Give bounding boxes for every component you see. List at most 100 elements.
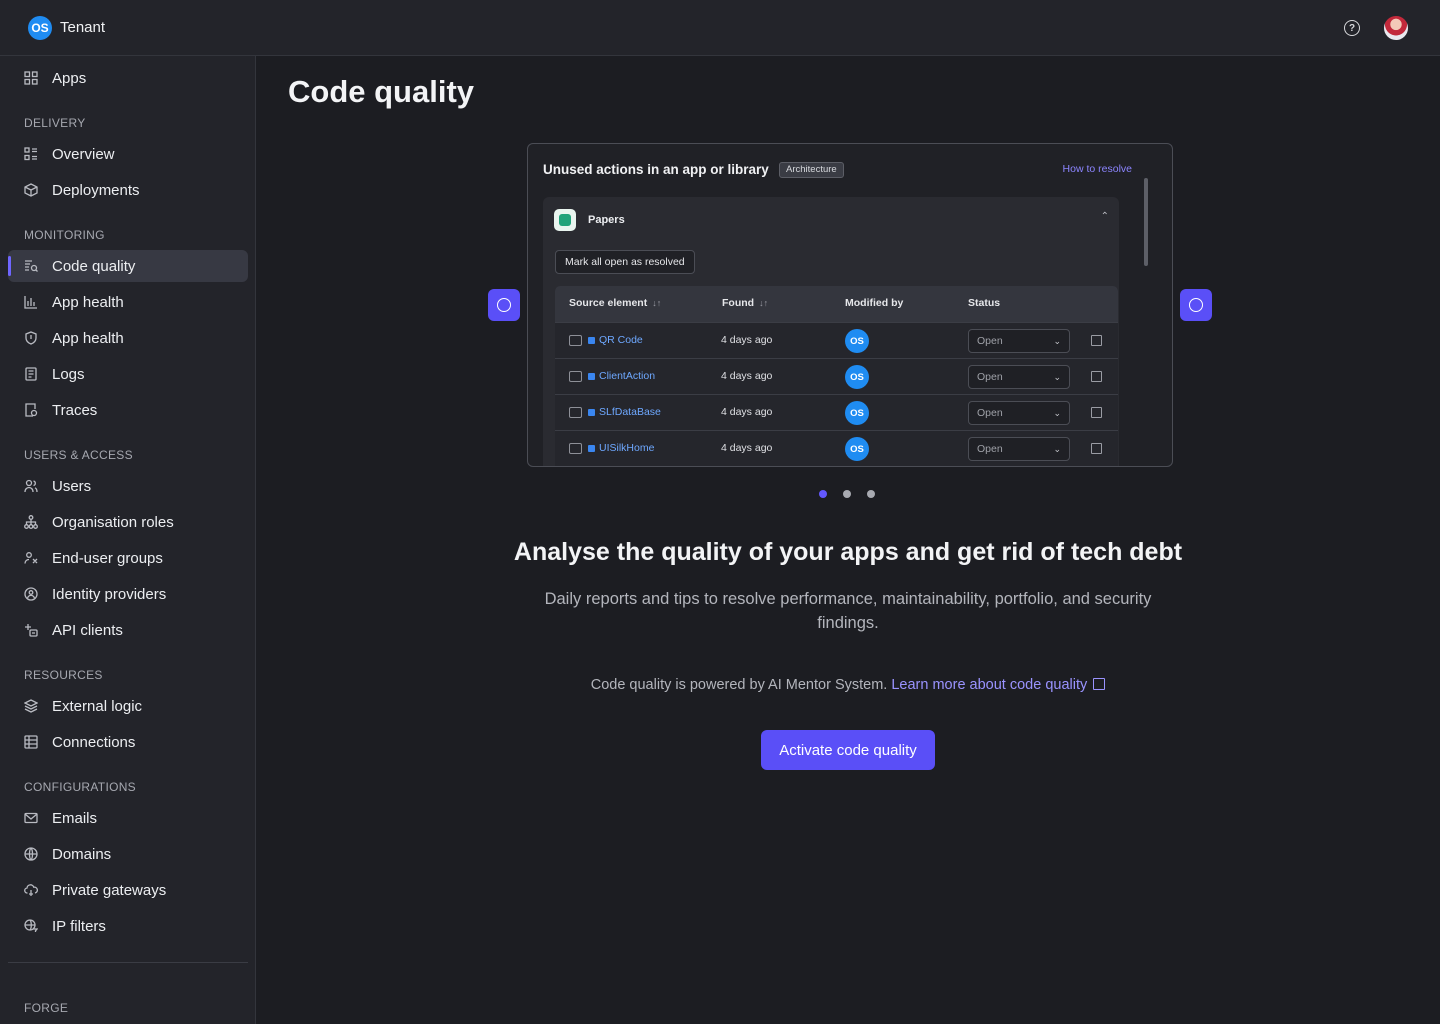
- section-configurations: CONFIGURATIONS: [24, 780, 136, 794]
- status-select[interactable]: Open ⌄: [968, 329, 1070, 353]
- sort-icon: ↓↑: [759, 298, 769, 308]
- sidebar-item-emails[interactable]: Emails: [8, 802, 248, 834]
- external-link-icon[interactable]: [1091, 443, 1102, 454]
- mark-all-resolved-button[interactable]: Mark all open as resolved: [555, 250, 695, 274]
- status-select[interactable]: Open ⌄: [968, 365, 1070, 389]
- sidebar-item-label: Emails: [52, 809, 98, 827]
- page-title: Code quality: [288, 74, 475, 109]
- sidebar-item-ip-filters[interactable]: IP filters: [8, 910, 248, 942]
- table-row: UISilkHome 4 days ago OS Open ⌄: [555, 430, 1118, 466]
- found-date: 4 days ago: [721, 370, 773, 382]
- document-icon: [24, 367, 38, 381]
- status-select[interactable]: Open ⌄: [968, 437, 1070, 461]
- sidebar-item-external-logic[interactable]: External logic: [8, 690, 248, 722]
- sidebar-item-code-quality[interactable]: Code quality: [8, 250, 248, 282]
- avatar: OS: [845, 437, 869, 461]
- shield-icon: [24, 331, 38, 345]
- sidebar-item-label: Apps: [52, 69, 87, 87]
- carousel-prev-button[interactable]: [488, 289, 520, 321]
- sidebar-item-apps[interactable]: Apps: [8, 62, 248, 94]
- table-icon: [24, 735, 38, 749]
- sidebar-item-organisation-roles[interactable]: Organisation roles: [8, 506, 248, 538]
- hierarchy-icon: [569, 335, 582, 346]
- tenant-name: Tenant: [60, 19, 106, 36]
- powered-by-note: Code quality is powered by AI Mentor Sys…: [448, 677, 1248, 693]
- cloud-gateway-icon: [24, 883, 38, 897]
- fingerprint-icon: [24, 587, 38, 601]
- source-element-link[interactable]: UISilkHome: [599, 442, 654, 454]
- users-icon: [24, 479, 38, 493]
- carousel-indicators: [819, 490, 875, 498]
- help-icon[interactable]: ?: [1344, 20, 1360, 36]
- how-to-resolve-link[interactable]: How to resolve: [1063, 163, 1132, 175]
- avatar: OS: [845, 365, 869, 389]
- sidebar-item-label: Logs: [52, 365, 85, 383]
- scrollbar[interactable]: [1144, 178, 1148, 266]
- top-bar: OS Tenant ?: [0, 0, 1440, 56]
- found-date: 4 days ago: [721, 334, 773, 346]
- sidebar-item-label: End-user groups: [52, 549, 163, 567]
- carousel-dot[interactable]: [819, 490, 827, 498]
- table-row: QR Code 4 days ago OS Open ⌄: [555, 322, 1118, 358]
- learn-more-link[interactable]: Learn more about code quality: [891, 677, 1106, 693]
- column-found[interactable]: Found ↓↑: [722, 297, 768, 309]
- sidebar-item-private-gateways[interactable]: Private gateways: [8, 874, 248, 906]
- section-forge: FORGE: [24, 1001, 69, 1015]
- sidebar-item-connections[interactable]: Connections: [8, 726, 248, 758]
- grid-icon: [24, 71, 38, 85]
- sidebar-item-identity-providers[interactable]: Identity providers: [8, 578, 248, 610]
- sidebar-item-domains[interactable]: Domains: [8, 838, 248, 870]
- sidebar-item-label: Deployments: [52, 181, 140, 199]
- source-element-link[interactable]: QR Code: [599, 334, 643, 346]
- source-element-link[interactable]: SLfDataBase: [599, 406, 661, 418]
- activate-code-quality-button[interactable]: Activate code quality: [761, 730, 935, 770]
- sidebar-item-traces[interactable]: Traces: [8, 394, 248, 426]
- source-element-link[interactable]: ClientAction: [599, 370, 655, 382]
- hierarchy-icon: [24, 515, 38, 529]
- sidebar-item-label: Organisation roles: [52, 513, 174, 531]
- carousel-next-button[interactable]: [1180, 289, 1212, 321]
- carousel-dot[interactable]: [867, 490, 875, 498]
- avatar[interactable]: [1384, 16, 1408, 40]
- table-header: Source element ↓↑ Found ↓↑ Modified by Sta…: [555, 286, 1118, 322]
- sidebar-item-deployments[interactable]: Deployments: [8, 174, 248, 206]
- external-link-icon[interactable]: [1091, 371, 1102, 382]
- sidebar-item-overview[interactable]: Overview: [8, 138, 248, 170]
- brand-logo: OS: [28, 15, 52, 40]
- sidebar-item-app-health-chart[interactable]: App health: [8, 286, 248, 318]
- sidebar-divider: [8, 962, 248, 963]
- chevron-up-icon[interactable]: ⌃: [1101, 211, 1109, 222]
- action-icon: [588, 445, 595, 452]
- headline: Analyse the quality of your apps and get…: [513, 538, 1183, 566]
- hierarchy-icon: [569, 407, 582, 418]
- found-date: 4 days ago: [721, 442, 773, 454]
- external-link-icon: [1093, 678, 1106, 690]
- action-icon: [588, 373, 595, 380]
- external-link-icon[interactable]: [1091, 335, 1102, 346]
- sidebar-item-label: IP filters: [52, 917, 106, 935]
- external-link-icon[interactable]: [1091, 407, 1102, 418]
- globe-icon: [24, 847, 38, 861]
- status-select[interactable]: Open ⌄: [968, 401, 1070, 425]
- hierarchy-icon: [569, 443, 582, 454]
- sidebar-item-label: Domains: [52, 845, 112, 863]
- column-source-element[interactable]: Source element ↓↑: [569, 297, 661, 309]
- carousel-dot[interactable]: [843, 490, 851, 498]
- avatar: OS: [845, 329, 869, 353]
- sidebar-item-end-user-groups[interactable]: End-user groups: [8, 542, 248, 574]
- sidebar-item-label: App health: [52, 293, 124, 311]
- sidebar-item-users[interactable]: Users: [8, 470, 248, 502]
- table-row: ClientAction 4 days ago OS Open ⌄: [555, 358, 1118, 394]
- chevron-down-icon: ⌄: [1053, 336, 1061, 346]
- section-users-access: USERS & ACCESS: [24, 448, 133, 462]
- powered-by-text: Code quality is powered by AI Mentor Sys…: [590, 677, 892, 693]
- sidebar-item-logs[interactable]: Logs: [8, 358, 248, 390]
- sidebar-item-label: Private gateways: [52, 881, 167, 899]
- column-modified-by: Modified by: [845, 297, 904, 309]
- user-group-icon: [24, 551, 38, 565]
- sidebar-item-api-clients[interactable]: API clients: [8, 614, 248, 646]
- sidebar-item-label: App health: [52, 329, 124, 347]
- brand[interactable]: OS Tenant: [28, 15, 106, 40]
- sidebar-item-app-health-shield[interactable]: App health: [8, 322, 248, 354]
- found-date: 4 days ago: [721, 406, 773, 418]
